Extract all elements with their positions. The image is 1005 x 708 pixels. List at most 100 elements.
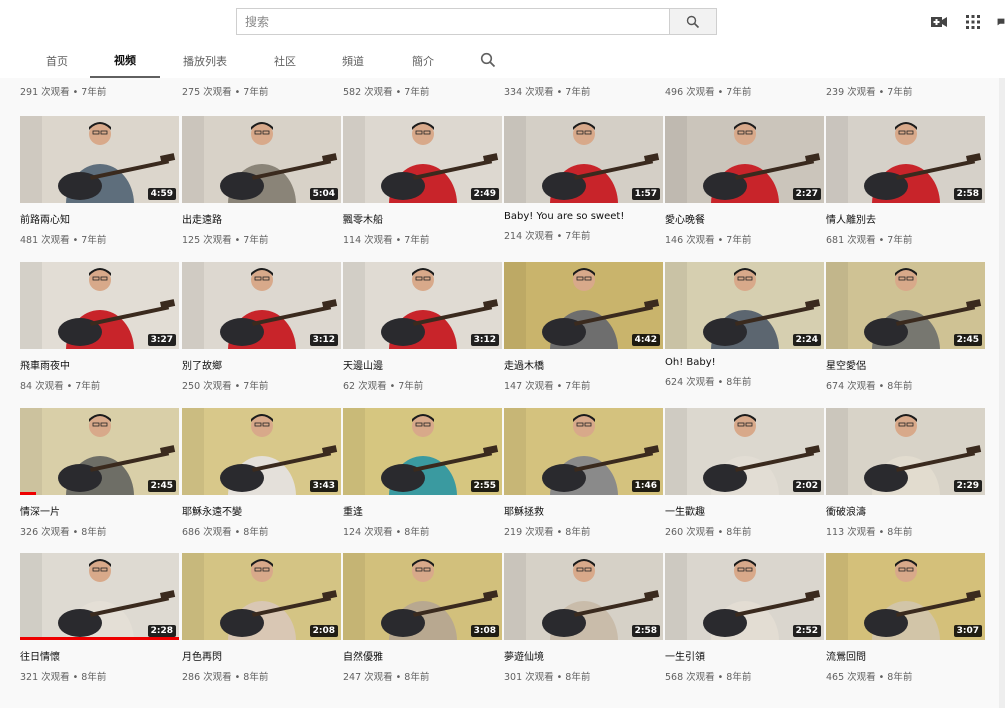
video-title[interactable]: 情人離別去 bbox=[826, 211, 985, 226]
video-thumbnail[interactable]: 4:42 bbox=[504, 262, 663, 349]
video-title[interactable]: 月色再閃 bbox=[182, 648, 341, 663]
channel-search-icon[interactable] bbox=[480, 52, 498, 70]
video-title[interactable]: Baby! You are so sweet! bbox=[504, 211, 663, 222]
video-title[interactable]: 飛車雨夜中 bbox=[20, 357, 179, 372]
video-thumbnail[interactable]: 2:52 bbox=[665, 553, 824, 640]
video-duration-badge: 3:27 bbox=[147, 334, 176, 346]
video-card[interactable]: 2:55 重逢 124 次观看 • 8年前 bbox=[343, 408, 502, 538]
video-card[interactable]: 2:45 情深一片 326 次观看 • 8年前 bbox=[20, 408, 179, 538]
video-duration-badge: 2:52 bbox=[792, 625, 821, 637]
video-thumbnail[interactable]: 2:08 bbox=[182, 553, 341, 640]
video-title[interactable]: 自然優雅 bbox=[343, 648, 502, 663]
video-title[interactable]: 耶穌永遠不變 bbox=[182, 503, 341, 518]
video-card[interactable]: 2:29 衝破浪濤 113 次观看 • 8年前 bbox=[826, 408, 985, 538]
video-card[interactable]: 3:12 別了故鄉 250 次观看 • 7年前 bbox=[182, 262, 341, 392]
video-thumbnail[interactable]: 5:04 bbox=[182, 116, 341, 203]
scrollbar-track[interactable] bbox=[999, 78, 1005, 708]
video-card[interactable]: 1:46 耶穌拯救 219 次观看 • 8年前 bbox=[504, 408, 663, 538]
video-meta: 496 次观看 • 7年前 bbox=[665, 87, 752, 98]
video-thumbnail[interactable]: 2:28 bbox=[20, 553, 179, 640]
video-title[interactable]: 情深一片 bbox=[20, 503, 179, 518]
video-thumbnail[interactable]: 1:46 bbox=[504, 408, 663, 495]
video-title[interactable]: 前路兩心知 bbox=[20, 211, 179, 226]
tab-channels[interactable]: 頻道 bbox=[326, 44, 380, 78]
create-video-icon[interactable] bbox=[929, 12, 949, 32]
video-card[interactable]: 3:27 飛車雨夜中 84 次观看 • 7年前 bbox=[20, 262, 179, 392]
video-duration-badge: 2:49 bbox=[470, 188, 499, 200]
video-title[interactable]: Oh! Baby! bbox=[665, 357, 824, 368]
video-meta: 291 次观看 • 7年前 bbox=[20, 87, 107, 98]
tab-playlists[interactable]: 播放列表 bbox=[172, 44, 238, 78]
top-bar: 搜索 bbox=[0, 0, 1005, 44]
video-card[interactable]: 2:28 往日情懷 321 次观看 • 8年前 bbox=[20, 553, 179, 683]
video-thumbnail[interactable]: 3:12 bbox=[182, 262, 341, 349]
video-duration-badge: 3:08 bbox=[470, 625, 499, 637]
video-title[interactable]: 衝破浪濤 bbox=[826, 503, 985, 518]
video-thumbnail[interactable]: 2:58 bbox=[826, 116, 985, 203]
video-thumbnail[interactable]: 3:12 bbox=[343, 262, 502, 349]
video-thumbnail[interactable]: 3:27 bbox=[20, 262, 179, 349]
video-card[interactable]: 2:24 Oh! Baby! 624 次观看 • 8年前 bbox=[665, 262, 824, 388]
tab-videos[interactable]: 视频 bbox=[90, 44, 160, 78]
video-meta: 62 次观看 • 7年前 bbox=[343, 381, 424, 392]
video-thumbnail[interactable]: 3:08 bbox=[343, 553, 502, 640]
video-thumbnail[interactable]: 3:07 bbox=[826, 553, 985, 640]
apps-grid-icon[interactable] bbox=[963, 12, 983, 32]
video-thumbnail[interactable]: 2:24 bbox=[665, 262, 824, 349]
video-title[interactable]: 一生引領 bbox=[665, 648, 824, 663]
video-card[interactable]: 3:08 自然優雅 247 次观看 • 8年前 bbox=[343, 553, 502, 683]
video-card[interactable]: 3:43 耶穌永遠不變 686 次观看 • 8年前 bbox=[182, 408, 341, 538]
video-title[interactable]: 重逢 bbox=[343, 503, 502, 518]
video-duration-badge: 2:24 bbox=[792, 334, 821, 346]
video-title[interactable]: 耶穌拯救 bbox=[504, 503, 663, 518]
video-title[interactable]: 愛心晚餐 bbox=[665, 211, 824, 226]
video-thumbnail[interactable]: 4:59 bbox=[20, 116, 179, 203]
video-title[interactable]: 一生歡趣 bbox=[665, 503, 824, 518]
video-card[interactable]: 1:57 Baby! You are so sweet! 214 次观看 • 7… bbox=[504, 116, 663, 242]
video-meta: 84 次观看 • 7年前 bbox=[20, 381, 101, 392]
video-title[interactable]: 別了故鄉 bbox=[182, 357, 341, 372]
video-title[interactable]: 天邊山邊 bbox=[343, 357, 502, 372]
video-card[interactable]: 2:49 飄零木船 114 次观看 • 7年前 bbox=[343, 116, 502, 246]
video-card[interactable]: 5:04 出走遠路 125 次观看 • 7年前 bbox=[182, 116, 341, 246]
video-thumbnail[interactable]: 3:43 bbox=[182, 408, 341, 495]
video-thumbnail[interactable]: 2:29 bbox=[826, 408, 985, 495]
video-title[interactable]: 夢遊仙境 bbox=[504, 648, 663, 663]
search-button[interactable] bbox=[669, 8, 717, 35]
video-title[interactable]: 流鶯回問 bbox=[826, 648, 985, 663]
video-thumbnail[interactable]: 2:27 bbox=[665, 116, 824, 203]
video-title[interactable]: 走過木橋 bbox=[504, 357, 663, 372]
video-title[interactable]: 星空愛侶 bbox=[826, 357, 985, 372]
video-thumbnail[interactable]: 2:49 bbox=[343, 116, 502, 203]
video-meta: 214 次观看 • 7年前 bbox=[504, 231, 591, 242]
video-card[interactable]: 2:58 情人離別去 681 次观看 • 7年前 bbox=[826, 116, 985, 246]
tab-community[interactable]: 社区 bbox=[258, 44, 312, 78]
video-title[interactable]: 出走遠路 bbox=[182, 211, 341, 226]
video-thumbnail[interactable]: 2:58 bbox=[504, 553, 663, 640]
video-meta: 326 次观看 • 8年前 bbox=[20, 527, 107, 538]
video-card[interactable]: 2:45 星空愛侶 674 次观看 • 8年前 bbox=[826, 262, 985, 392]
messages-icon[interactable] bbox=[997, 12, 1005, 32]
search-input[interactable]: 搜索 bbox=[236, 8, 669, 35]
video-card[interactable]: 4:42 走過木橋 147 次观看 • 7年前 bbox=[504, 262, 663, 392]
video-thumbnail[interactable]: 2:45 bbox=[20, 408, 179, 495]
video-title[interactable]: 飄零木船 bbox=[343, 211, 502, 226]
video-card[interactable]: 2:02 一生歡趣 260 次观看 • 8年前 bbox=[665, 408, 824, 538]
video-card[interactable]: 3:12 天邊山邊 62 次观看 • 7年前 bbox=[343, 262, 502, 392]
channel-tabs: 首页 视频 播放列表 社区 頻道 簡介 bbox=[0, 44, 1005, 78]
video-card[interactable]: 2:27 愛心晚餐 146 次观看 • 7年前 bbox=[665, 116, 824, 246]
video-thumbnail[interactable]: 1:57 bbox=[504, 116, 663, 203]
video-card[interactable]: 2:52 一生引領 568 次观看 • 8年前 bbox=[665, 553, 824, 683]
tab-home[interactable]: 首页 bbox=[30, 44, 84, 78]
video-card[interactable]: 3:07 流鶯回問 465 次观看 • 8年前 bbox=[826, 553, 985, 683]
video-thumbnail[interactable]: 2:55 bbox=[343, 408, 502, 495]
video-card[interactable]: 2:08 月色再閃 286 次观看 • 8年前 bbox=[182, 553, 341, 683]
video-title[interactable]: 往日情懷 bbox=[20, 648, 179, 663]
video-duration-badge: 2:45 bbox=[147, 480, 176, 492]
video-card[interactable]: 4:59 前路兩心知 481 次观看 • 7年前 bbox=[20, 116, 179, 246]
video-card[interactable]: 2:58 夢遊仙境 301 次观看 • 8年前 bbox=[504, 553, 663, 683]
video-meta: 146 次观看 • 7年前 bbox=[665, 235, 752, 246]
video-thumbnail[interactable]: 2:02 bbox=[665, 408, 824, 495]
tab-about[interactable]: 簡介 bbox=[396, 44, 450, 78]
video-thumbnail[interactable]: 2:45 bbox=[826, 262, 985, 349]
